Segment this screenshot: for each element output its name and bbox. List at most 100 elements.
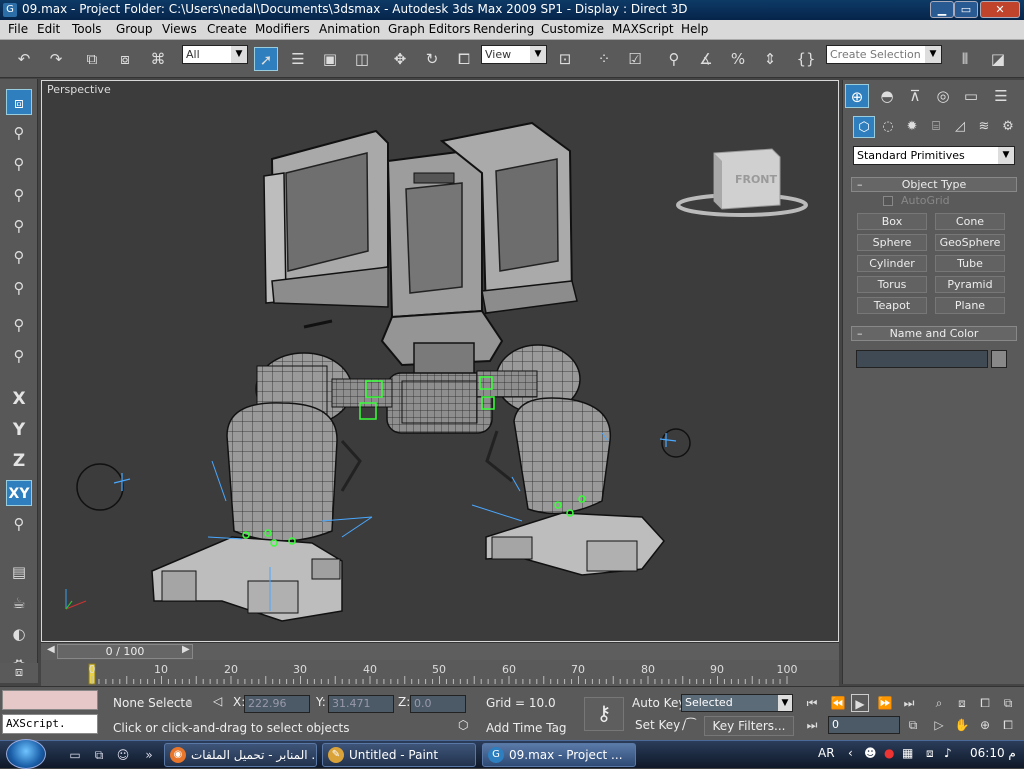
maximize-button[interactable]: ▭ bbox=[954, 1, 978, 18]
render-icon[interactable]: ◐ bbox=[6, 621, 32, 647]
cone-button[interactable]: Cone bbox=[935, 213, 1005, 230]
volume-icon[interactable]: ♪ bbox=[944, 746, 952, 760]
snap-midpoint-icon[interactable]: ⚲ bbox=[6, 182, 32, 208]
current-frame-field[interactable]: 0 bbox=[828, 716, 900, 734]
language-indicator[interactable]: AR bbox=[818, 746, 835, 760]
snap-face-icon[interactable]: ⚲ bbox=[6, 244, 32, 270]
open-mini-curve-editor-icon[interactable]: ⧈ bbox=[0, 663, 38, 683]
undo-icon[interactable]: ↶ bbox=[12, 47, 36, 71]
go-to-start-icon[interactable]: ⏮ bbox=[803, 694, 821, 712]
quicklaunch-more-icon[interactable]: » bbox=[140, 746, 158, 764]
menu-maxscript[interactable]: MAXScript bbox=[612, 22, 674, 36]
window-crossing-icon[interactable]: ◫ bbox=[350, 47, 374, 71]
axis-x-icon[interactable]: X bbox=[6, 386, 32, 412]
align-icon[interactable]: ◪ bbox=[986, 47, 1010, 71]
percent-snap-icon[interactable]: % bbox=[726, 47, 750, 71]
selection-lock-icon[interactable]: 🔒︎ bbox=[186, 694, 192, 709]
viewport-label[interactable]: Perspective bbox=[47, 83, 111, 96]
torus-button[interactable]: Torus bbox=[857, 276, 927, 293]
edit-named-selection-icon[interactable]: {} bbox=[794, 47, 818, 71]
utilities-tab-icon[interactable]: ☰ bbox=[989, 84, 1013, 108]
menu-file[interactable]: File bbox=[8, 22, 28, 36]
plane-button[interactable]: Plane bbox=[935, 297, 1005, 314]
menu-edit[interactable]: Edit bbox=[37, 22, 60, 36]
play-icon[interactable]: ▶ bbox=[851, 694, 869, 712]
maximize-viewport-icon[interactable]: ⧠ bbox=[999, 716, 1017, 734]
mirror-icon[interactable]: ⫴ bbox=[953, 47, 977, 71]
object-color-swatch[interactable] bbox=[991, 350, 1007, 368]
orbit-icon[interactable]: ⊕ bbox=[976, 716, 994, 734]
go-to-end-icon[interactable]: ⏭ bbox=[900, 694, 918, 712]
auto-key-button[interactable]: Auto Key bbox=[632, 696, 685, 710]
field-of-view-icon[interactable]: ▷ bbox=[930, 716, 948, 734]
spinner-snap-icon[interactable]: ⇕ bbox=[758, 47, 782, 71]
set-key-button[interactable]: Set Key bbox=[635, 718, 680, 732]
maxscript-mini-input[interactable]: AXScript. bbox=[2, 714, 98, 734]
object-category-dropdown[interactable]: Standard Primitives ▼ bbox=[853, 146, 1015, 165]
dummy-helper-left[interactable] bbox=[76, 463, 131, 511]
axis-plane-icon[interactable]: ⚲ bbox=[6, 511, 32, 537]
named-selection-sets-input[interactable]: Create Selection Set ▼ bbox=[826, 45, 942, 64]
tube-button[interactable]: Tube bbox=[935, 255, 1005, 272]
pan-view-icon[interactable]: ✋ bbox=[953, 716, 971, 734]
prev-frame-icon[interactable]: ◀ bbox=[47, 644, 55, 655]
time-slider-thumb[interactable]: 0 / 100 bbox=[57, 644, 193, 659]
keyboard-shortcut-override-icon[interactable]: ☑ bbox=[623, 47, 647, 71]
set-key-mode-icon[interactable]: ⚷ bbox=[584, 697, 624, 731]
absolute-mode-icon[interactable]: ◁ bbox=[213, 694, 222, 708]
display-tab-icon[interactable]: ▭ bbox=[959, 84, 983, 108]
menu-rendering[interactable]: Rendering bbox=[473, 22, 534, 36]
show-desktop-icon[interactable]: ▭ bbox=[66, 746, 84, 764]
redo-icon[interactable]: ↷ bbox=[44, 47, 68, 71]
switch-windows-icon[interactable]: ⧉ bbox=[90, 746, 108, 764]
add-time-tag[interactable]: Add Time Tag bbox=[486, 721, 567, 735]
unlink-icon[interactable]: ⧇ bbox=[113, 47, 137, 71]
geometry-icon[interactable]: ⬡ bbox=[853, 116, 875, 138]
hierarchy-tab-icon[interactable]: ⊼ bbox=[903, 84, 927, 108]
teapot-icon[interactable]: ☕ bbox=[6, 590, 32, 616]
box-button[interactable]: Box bbox=[857, 213, 927, 230]
network-icon[interactable]: ⧈ bbox=[926, 746, 934, 761]
robot-right-leg[interactable] bbox=[476, 344, 665, 576]
systems-icon[interactable]: ⚙ bbox=[997, 116, 1019, 138]
shapes-icon[interactable]: ◌ bbox=[877, 116, 899, 138]
object-type-rollout[interactable]: – Object Type bbox=[851, 177, 1017, 192]
menu-views[interactable]: Views bbox=[162, 22, 197, 36]
pyramid-button[interactable]: Pyramid bbox=[935, 276, 1005, 293]
snap-vertex-icon[interactable]: ⚲ bbox=[6, 120, 32, 146]
sphere-button[interactable]: Sphere bbox=[857, 234, 927, 251]
autogrid-checkbox[interactable]: AutoGrid bbox=[883, 194, 950, 207]
select-and-move-icon[interactable]: ✥ bbox=[388, 47, 412, 71]
key-filters-button[interactable]: Key Filters... bbox=[704, 716, 794, 736]
messenger-icon[interactable]: ☺ bbox=[114, 746, 132, 764]
key-mode-dropdown[interactable]: Selected ▼ bbox=[681, 694, 793, 712]
create-tab-icon[interactable]: ⊕ bbox=[845, 84, 869, 108]
rectangular-selection-icon[interactable]: ▣ bbox=[318, 47, 342, 71]
y-coordinate-field[interactable]: 31.471 bbox=[328, 695, 394, 713]
taskbar-item-firefox[interactable]: ◉المنابر - تحميل الملفات ... bbox=[164, 743, 317, 767]
angle-snap-icon[interactable]: ∡ bbox=[694, 47, 718, 71]
start-button[interactable] bbox=[6, 739, 46, 769]
select-by-name-icon[interactable]: ☰ bbox=[286, 47, 310, 71]
cameras-icon[interactable]: ⌸ bbox=[925, 116, 947, 138]
menu-customize[interactable]: Customize bbox=[541, 22, 604, 36]
axis-xy-icon[interactable]: XY bbox=[6, 480, 32, 506]
object-name-input[interactable] bbox=[856, 350, 988, 368]
maxscript-listener-mini[interactable] bbox=[2, 690, 98, 710]
dummy-helper-right[interactable] bbox=[659, 428, 691, 458]
viewcube[interactable]: FRONT bbox=[676, 148, 808, 217]
time-configuration-icon[interactable]: ⧉ bbox=[904, 716, 922, 734]
minimize-button[interactable]: ▁ bbox=[930, 1, 954, 18]
name-and-color-rollout[interactable]: – Name and Color bbox=[851, 326, 1017, 341]
robot-left-leg[interactable] bbox=[151, 352, 393, 622]
taskbar-item-paint[interactable]: ✎ Untitled - Paint bbox=[322, 743, 476, 767]
viewcube-front-label[interactable]: FRONT bbox=[735, 173, 778, 186]
menu-help[interactable]: Help bbox=[681, 22, 708, 36]
taskbar-item-3dsmax[interactable]: G 09.max - Project ... bbox=[482, 743, 636, 767]
next-frame-icon[interactable]: ⏩ bbox=[876, 694, 894, 712]
tray-user-icon[interactable]: ☻ bbox=[864, 746, 877, 760]
menu-animation[interactable]: Animation bbox=[319, 22, 380, 36]
app-icon[interactable]: G bbox=[3, 3, 17, 17]
perspective-viewport[interactable]: FRONT Perspective bbox=[41, 80, 839, 642]
menu-tools[interactable]: Tools bbox=[72, 22, 102, 36]
